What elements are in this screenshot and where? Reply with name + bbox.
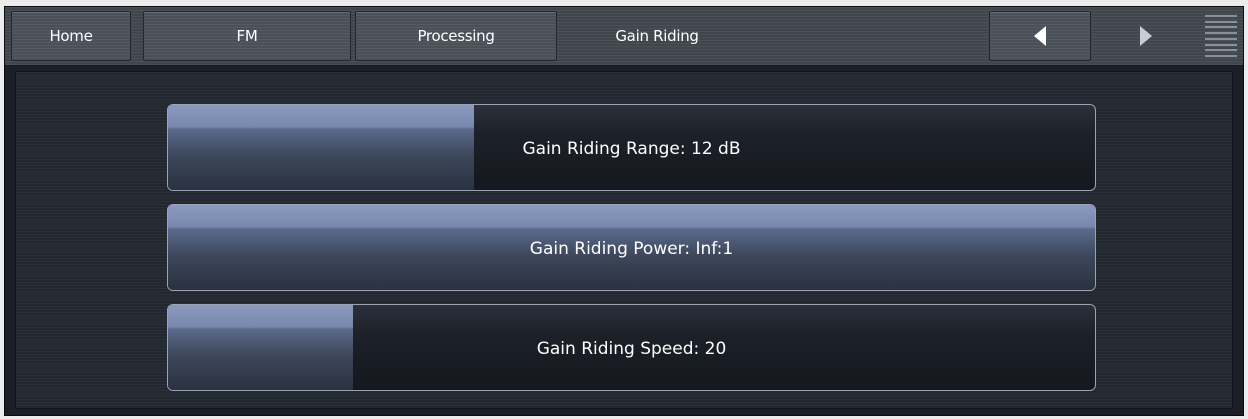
back-button[interactable] (989, 11, 1091, 61)
gain-riding-power-slider[interactable]: Gain Riding Power: Inf:1 (167, 204, 1096, 291)
arrow-right-icon (1140, 26, 1152, 46)
app-window: Home FM Processing Gain Riding Gain Ridi… (0, 0, 1248, 419)
slider-label: Gain Riding Range: 12 dB (522, 138, 741, 159)
forward-button[interactable] (1095, 11, 1197, 61)
slider-label: Gain Riding Speed: 20 (536, 338, 727, 359)
main-frame: Home FM Processing Gain Riding Gain Ridi… (4, 6, 1244, 416)
nav-fm-button[interactable]: FM (143, 11, 351, 61)
menu-icon[interactable] (1205, 15, 1237, 57)
nav-home-button[interactable]: Home (11, 11, 131, 61)
nav-processing-button[interactable]: Processing (355, 11, 557, 61)
arrow-left-icon (1034, 26, 1046, 46)
gain-riding-speed-slider[interactable]: Gain Riding Speed: 20 (167, 304, 1096, 391)
top-navigation-bar: Home FM Processing Gain Riding (5, 7, 1243, 66)
nav-current-page-label: Gain Riding (615, 27, 699, 45)
controls-panel: Gain Riding Range: 12 dB Gain Riding Pow… (15, 71, 1233, 409)
slider-label: Gain Riding Power: Inf:1 (529, 238, 734, 259)
gain-riding-range-slider[interactable]: Gain Riding Range: 12 dB (167, 104, 1096, 191)
